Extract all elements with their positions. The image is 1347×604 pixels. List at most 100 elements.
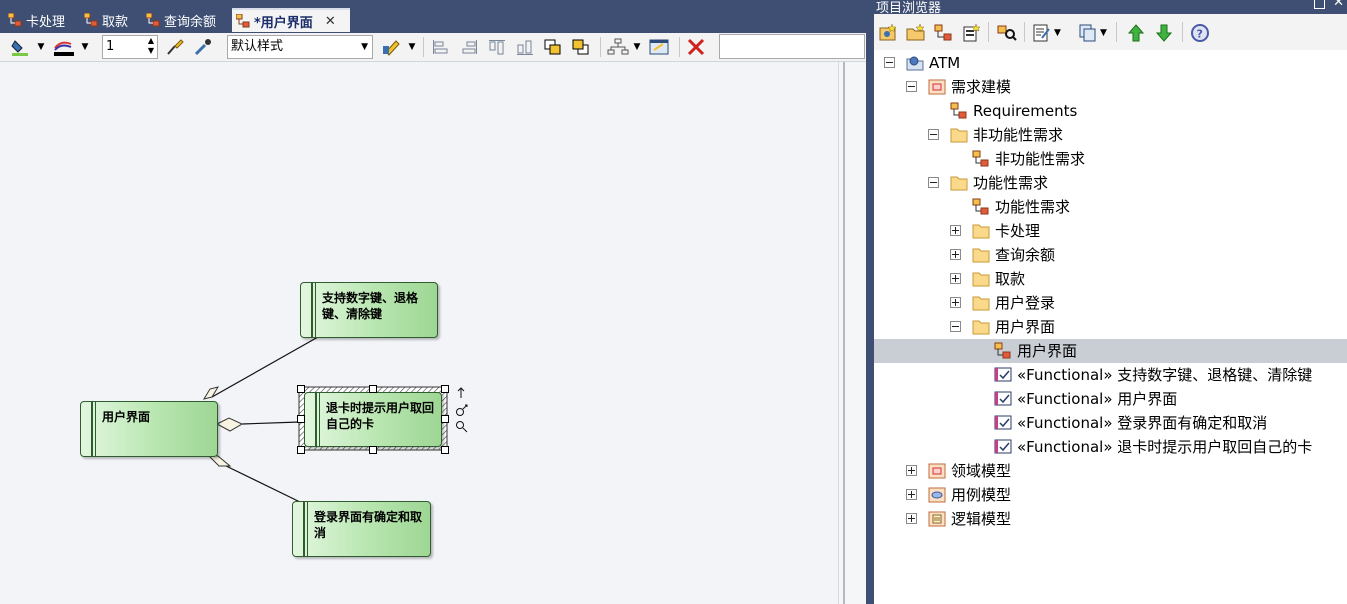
resize-handle[interactable] [297, 415, 305, 423]
tab-query-balance[interactable]: 查询余额 [145, 8, 216, 32]
resize-handle[interactable] [297, 446, 305, 454]
tree-item[interactable]: ATM [874, 51, 1347, 75]
tree-item[interactable]: 功能性需求 [874, 195, 1347, 219]
document-icon[interactable] [1032, 23, 1052, 43]
magnifier-icon[interactable] [456, 421, 468, 433]
tree-item[interactable]: 查询余额 [874, 243, 1347, 267]
tree-item[interactable]: 逻辑模型 [874, 507, 1347, 531]
expand-icon[interactable] [950, 225, 961, 236]
move-down-icon[interactable] [1154, 23, 1174, 43]
tree-item[interactable]: 卡处理 [874, 219, 1347, 243]
move-up-icon[interactable] [1126, 23, 1146, 43]
maximize-icon[interactable] [1314, 0, 1325, 9]
diagram-icon [83, 12, 98, 27]
layout-tree-icon[interactable] [606, 37, 630, 57]
tree-item[interactable]: 非功能性需求 [874, 147, 1347, 171]
tree-item[interactable]: «Functional» 用户界面 [874, 387, 1347, 411]
canvas-scrollbar[interactable] [838, 62, 867, 604]
diagram-search-input[interactable] [719, 34, 865, 59]
tree-item[interactable]: «Functional» 支持数字键、退格键、清除键 [874, 363, 1347, 387]
align-bottom-icon[interactable] [514, 37, 536, 57]
aggregation-line[interactable] [221, 463, 301, 503]
resize-handle[interactable] [441, 446, 449, 454]
tree-item[interactable]: 用户界面 [874, 315, 1347, 339]
chevron-down-icon[interactable]: ▼ [361, 36, 368, 58]
tree-item[interactable]: «Functional» 退卡时提示用户取回自己的卡 [874, 435, 1347, 459]
new-package-icon[interactable] [906, 23, 926, 43]
tree-item[interactable]: 功能性需求 [874, 171, 1347, 195]
panel-splitter[interactable] [866, 0, 874, 604]
new-model-icon[interactable] [878, 23, 898, 43]
quick-link-connect-icon[interactable] [456, 404, 468, 416]
tree-item-label: 卡处理 [995, 222, 1041, 240]
chevron-down-icon[interactable]: ▼ [407, 37, 417, 57]
tab-withdraw[interactable]: 取款 [83, 8, 128, 32]
tree-item[interactable]: 领域模型 [874, 459, 1347, 483]
collapse-icon[interactable] [884, 57, 895, 68]
highlight-pen-icon[interactable] [381, 37, 405, 57]
paint-brush-icon[interactable] [164, 37, 186, 57]
collapse-icon[interactable] [906, 81, 917, 92]
diagram-canvas[interactable]: 用户界面 支持数字键、退格键、清除键 退卡时提示用户取回自己的卡 登录界面有确定… [0, 62, 838, 604]
expand-icon[interactable] [906, 513, 917, 524]
align-right-icon[interactable] [458, 37, 480, 57]
requirement-eject-card[interactable]: 退卡时提示用户取回自己的卡 [304, 392, 442, 447]
bring-to-front-icon[interactable] [542, 37, 564, 57]
find-in-diagram-icon[interactable] [996, 23, 1018, 43]
requirement-keys[interactable]: 支持数字键、退格键、清除键 [300, 282, 438, 338]
quick-link-arrow-icon[interactable] [457, 387, 465, 398]
fill-color-icon[interactable] [10, 37, 32, 57]
expand-icon[interactable] [950, 297, 961, 308]
tree-item[interactable]: 取款 [874, 267, 1347, 291]
chevron-down-icon[interactable]: ▼ [1100, 23, 1107, 43]
new-diagram-icon[interactable] [934, 23, 954, 43]
requirement-icon [994, 414, 1012, 431]
resize-handle[interactable] [441, 415, 449, 423]
stepper-arrows-icon[interactable]: ▲ ▼ [148, 36, 154, 56]
line-width-stepper[interactable]: 1 ▲ ▼ [102, 35, 158, 59]
align-top-icon[interactable] [486, 37, 508, 57]
chevron-down-icon[interactable]: ▼ [36, 37, 46, 57]
expand-icon[interactable] [906, 465, 917, 476]
send-to-back-icon[interactable] [570, 37, 592, 57]
style-select[interactable]: 默认样式 ▼ [227, 35, 373, 59]
tab-user-interface[interactable]: *用户界面 ✕ [232, 8, 350, 32]
expand-icon[interactable] [906, 489, 917, 500]
tree-item[interactable]: 用户界面 [874, 339, 1347, 363]
tab-card-processing[interactable]: 卡处理 [7, 8, 65, 32]
chevron-down-icon[interactable]: ▼ [1054, 23, 1061, 43]
line-color-icon[interactable] [52, 37, 76, 57]
delete-icon[interactable] [684, 37, 708, 57]
expand-icon[interactable] [950, 249, 961, 260]
help-icon[interactable]: ? [1190, 23, 1210, 43]
tree-item-label: 需求建模 [951, 78, 1012, 96]
tree-item[interactable]: 需求建模 [874, 75, 1347, 99]
expand-icon[interactable] [950, 273, 961, 284]
tree-item[interactable]: 非功能性需求 [874, 123, 1347, 147]
tree-item[interactable]: Requirements [874, 99, 1347, 123]
copy-icon[interactable] [1078, 23, 1098, 43]
requirement-login[interactable]: 登录界面有确定和取消 [292, 501, 431, 557]
resize-handle[interactable] [441, 385, 449, 393]
collapse-icon[interactable] [928, 177, 939, 188]
chevron-down-icon[interactable]: ▼ [632, 37, 642, 57]
eyedropper-icon[interactable] [192, 37, 214, 57]
properties-icon[interactable] [648, 37, 672, 57]
resize-handle[interactable] [369, 385, 377, 393]
collapse-icon[interactable] [950, 321, 961, 332]
resize-handle[interactable] [369, 446, 377, 454]
collapse-icon[interactable] [928, 129, 939, 140]
tree-item[interactable]: «Functional» 登录界面有确定和取消 [874, 411, 1347, 435]
aggregation-line[interactable] [241, 421, 301, 425]
new-element-icon[interactable] [962, 23, 982, 43]
folder-icon [972, 318, 990, 335]
close-icon[interactable]: ✕ [325, 14, 336, 29]
close-icon[interactable]: ✕ [1333, 0, 1344, 10]
chevron-down-icon[interactable]: ▼ [80, 37, 90, 57]
align-left-icon[interactable] [430, 37, 452, 57]
requirement-ui[interactable]: 用户界面 [80, 401, 218, 457]
requirement-name: 退卡时提示用户取回自己的卡 [326, 401, 435, 431]
tree-item[interactable]: 用户登录 [874, 291, 1347, 315]
resize-handle[interactable] [297, 385, 305, 393]
tree-item[interactable]: 用例模型 [874, 483, 1347, 507]
